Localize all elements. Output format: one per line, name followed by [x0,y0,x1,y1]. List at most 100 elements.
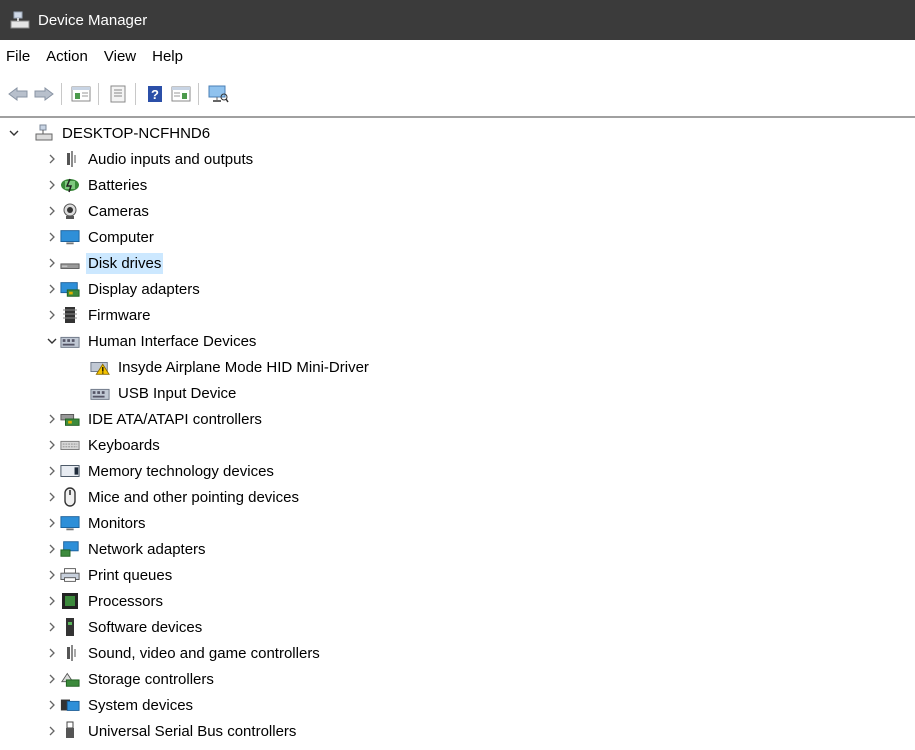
tree-item-usb-input[interactable]: USB Input Device [90,380,238,406]
tree-item-storage[interactable]: Storage controllers [44,666,216,692]
chevron-right-icon[interactable] [44,307,60,323]
properties-pane-icon [71,86,91,102]
tree-item-batteries[interactable]: Batteries [44,172,149,198]
tree-item-usb[interactable]: Universal Serial Bus controllers [44,718,298,744]
toolbar-divider [0,116,915,118]
category-label: Memory technology devices [88,462,274,480]
back-icon [8,87,28,101]
chevron-right-icon[interactable] [44,671,60,687]
chevron-right-icon[interactable] [44,489,60,505]
chevron-right-icon[interactable] [44,619,60,635]
chevron-right-icon[interactable] [44,723,60,739]
root-label: DESKTOP-NCFHND6 [62,124,211,142]
menu-bar: File Action View Help [0,40,915,74]
properties-button[interactable] [106,82,130,106]
speaker-icon [60,150,80,168]
chevron-right-icon[interactable] [44,567,60,583]
category-label: Software devices [88,618,203,636]
tree-item-cameras[interactable]: Cameras [44,198,151,224]
chevron-right-icon[interactable] [44,151,60,167]
tree-item-firmware[interactable]: Firmware [44,302,153,328]
tree-item-display-adapters[interactable]: Display adapters [44,276,202,302]
chevron-right-icon[interactable] [44,203,60,219]
tree-item-memory[interactable]: Memory technology devices [44,458,276,484]
keyboard-icon [60,436,80,454]
toolbar-separator [61,83,62,105]
forward-icon [34,87,54,101]
window-title: Device Manager [38,11,148,29]
tree-item-monitors[interactable]: Monitors [44,510,148,536]
computer-network-icon [34,124,54,142]
toolbar: ? [0,74,915,114]
ide-controller-icon [60,410,80,428]
category-label: Disk drives [86,252,164,274]
menu-view[interactable]: View [96,43,144,71]
monitor-icon [60,514,80,532]
chevron-right-icon[interactable] [44,281,60,297]
chevron-right-icon[interactable] [44,177,60,193]
category-label: Computer [88,228,154,246]
tree-item-audio[interactable]: Audio inputs and outputs [44,146,255,172]
toolbar-separator [135,83,136,105]
chevron-right-icon[interactable] [44,411,60,427]
tree-item-keyboards[interactable]: Keyboards [44,432,162,458]
chevron-right-icon[interactable] [44,437,60,453]
help-button[interactable]: ? [143,82,167,106]
menu-action[interactable]: Action [38,43,96,71]
scan-hardware-icon [208,85,229,103]
category-label: Firmware [88,306,151,324]
tree-item-network[interactable]: Network adapters [44,536,208,562]
category-label: Batteries [88,176,148,194]
scan-hardware-button[interactable] [206,82,230,106]
memory-device-icon [60,462,80,480]
forward-button[interactable] [32,82,56,106]
tree-item-ide[interactable]: IDE ATA/ATAPI controllers [44,406,264,432]
category-label: Keyboards [88,436,160,454]
tree-item-hid[interactable]: Human Interface Devices [44,328,258,354]
chevron-right-icon[interactable] [44,697,60,713]
show-hide-console-tree-button[interactable] [69,82,93,106]
tree-item-sound[interactable]: Sound, video and game controllers [44,640,322,666]
tree-root[interactable]: DESKTOP-NCFHND6 [6,120,212,146]
monitor-icon [60,228,80,246]
chevron-down-icon[interactable] [6,125,22,141]
speaker-icon [60,644,80,662]
tree-item-software[interactable]: Software devices [44,614,204,640]
show-hidden-button[interactable] [169,82,193,106]
tree-item-system[interactable]: System devices [44,692,195,718]
menu-file[interactable]: File [0,43,38,71]
camera-icon [60,202,80,220]
printer-icon [60,566,80,584]
category-label: Processors [88,592,164,610]
chevron-right-icon[interactable] [44,463,60,479]
firmware-chip-icon [60,306,80,324]
storage-controller-icon [60,670,80,688]
toolbar-separator [198,83,199,105]
tree-item-computer[interactable]: Computer [44,224,156,250]
chevron-right-icon[interactable] [44,255,60,271]
tree-item-print-queues[interactable]: Print queues [44,562,174,588]
chevron-down-icon[interactable] [44,333,60,349]
display-adapter-icon [60,280,80,298]
menu-help[interactable]: Help [144,43,191,71]
chevron-right-icon[interactable] [44,541,60,557]
device-label: USB Input Device [118,384,237,402]
chevron-right-icon[interactable] [44,229,60,245]
tree-item-mice[interactable]: Mice and other pointing devices [44,484,301,510]
chevron-right-icon[interactable] [44,593,60,609]
device-label: Insyde Airplane Mode HID Mini-Driver [118,358,369,376]
network-adapter-icon [60,540,80,558]
chevron-right-icon[interactable] [44,515,60,531]
category-label: System devices [88,696,194,714]
disk-drive-icon [60,254,80,272]
tree-item-insyde-airplane[interactable]: Insyde Airplane Mode HID Mini-Driver [90,354,371,380]
chevron-right-icon[interactable] [44,645,60,661]
tree-item-disk-drives[interactable]: Disk drives [44,250,164,276]
back-button[interactable] [6,82,30,106]
category-label: Storage controllers [88,670,214,688]
tree-item-processors[interactable]: Processors [44,588,165,614]
hid-icon [90,384,110,402]
system-device-icon [60,696,80,714]
processor-icon [60,592,80,610]
warning-device-icon [90,358,110,376]
